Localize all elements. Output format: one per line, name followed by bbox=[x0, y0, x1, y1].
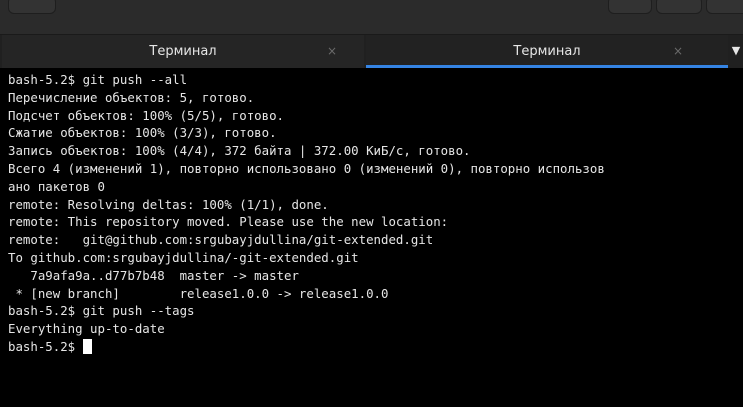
menu-button[interactable] bbox=[656, 0, 702, 14]
title-bar bbox=[0, 0, 743, 35]
terminal-line: * [new branch] release1.0.0 -> release1.… bbox=[8, 285, 389, 301]
tab-terminal-2[interactable]: Терминал × bbox=[366, 35, 728, 68]
tab-terminal-1[interactable]: Терминал × bbox=[2, 35, 364, 68]
terminal-line: Всего 4 (изменений 1), повторно использо… bbox=[8, 160, 605, 176]
window-close-button[interactable] bbox=[706, 0, 743, 14]
chevron-down-icon[interactable]: ▼ bbox=[730, 45, 742, 57]
terminal-line: Запись объектов: 100% (4/4), 372 байта |… bbox=[8, 143, 471, 159]
terminal-line: 7a9afa9a..d77b7b48 master -> master bbox=[8, 267, 299, 283]
terminal-line: ано пакетов 0 bbox=[8, 178, 105, 194]
shell-prompt: bash-5.2$ bbox=[8, 338, 83, 354]
terminal-line: bash-5.2$ git push --tags bbox=[8, 303, 195, 319]
terminal-line: bash-5.2$ git push --all bbox=[8, 72, 188, 87]
active-tab-indicator bbox=[366, 65, 728, 68]
new-tab-button[interactable] bbox=[8, 0, 56, 14]
tab-bar: Терминал × Терминал × bbox=[0, 35, 743, 68]
terminal-line: remote: Resolving deltas: 100% (1/1), do… bbox=[8, 196, 329, 212]
close-icon[interactable]: × bbox=[671, 44, 685, 58]
terminal-line: Перечисление объектов: 5, готово. bbox=[8, 89, 255, 105]
terminal-line: Everything up-to-date bbox=[8, 321, 165, 337]
search-button[interactable] bbox=[608, 0, 652, 14]
terminal-line: To github.com:srgubayjdullina/-git-exten… bbox=[8, 249, 359, 265]
terminal-output[interactable]: bash-5.2$ git push --all Перечисление об… bbox=[0, 71, 743, 407]
terminal-line: remote: git@github.com:srgubayjdullina/g… bbox=[8, 232, 434, 248]
terminal-cursor bbox=[82, 338, 92, 354]
tab-label: Терминал bbox=[513, 44, 581, 59]
tab-label: Терминал bbox=[149, 44, 217, 59]
terminal-line: Сжатие объектов: 100% (3/3), готово. bbox=[8, 125, 277, 141]
terminal-line: remote: This repository moved. Please us… bbox=[8, 214, 449, 230]
terminal-line: Подсчет объектов: 100% (5/5), готово. bbox=[8, 107, 285, 123]
terminal-window: Терминал × Терминал × ▼ bash-5.2$ git pu… bbox=[0, 0, 743, 407]
terminal-prompt-line[interactable]: bash-5.2$ bbox=[8, 338, 743, 356]
close-icon[interactable]: × bbox=[325, 44, 339, 58]
